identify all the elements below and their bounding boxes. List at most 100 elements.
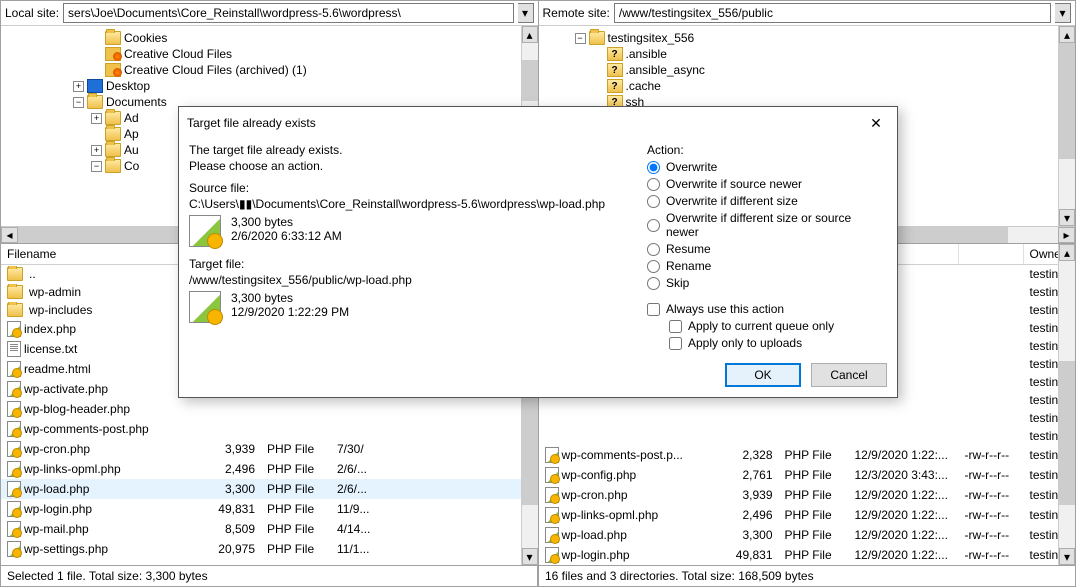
file-date: 12/9/2020 1:22:... <box>849 507 959 523</box>
list-row[interactable]: wp-settings.php20,975PHP File11/1... <box>1 539 538 559</box>
desktop-icon <box>87 79 103 93</box>
file-size: 2,328 <box>719 447 779 463</box>
file-size: 3,939 <box>201 441 261 457</box>
file-name: wp-load.php <box>24 482 89 496</box>
file-date: 12/9/2020 1:22:... <box>849 447 959 463</box>
tree-node[interactable]: Cookies <box>1 30 538 46</box>
action-radio[interactable] <box>647 178 660 191</box>
always-use-checkbox[interactable] <box>647 303 660 316</box>
php-file-icon <box>545 447 559 463</box>
file-size <box>201 408 261 410</box>
cancel-button[interactable]: Cancel <box>811 363 887 387</box>
tree-label: .cache <box>626 79 661 93</box>
file-name: wp-links-opml.php <box>562 508 659 522</box>
file-permissions: -rw-r--r-- <box>959 527 1024 543</box>
list-row[interactable]: testingsitex ... <box>539 427 1076 445</box>
apply-queue-checkbox[interactable] <box>669 320 682 333</box>
file-name: index.php <box>24 322 76 336</box>
local-path-input[interactable] <box>63 3 513 23</box>
list-row[interactable]: wp-login.php49,831PHP File11/9... <box>1 499 538 519</box>
php-file-icon <box>545 507 559 523</box>
file-name: wp-load.php <box>562 528 627 542</box>
php-file-icon <box>545 467 559 483</box>
file-size: 2,761 <box>719 467 779 483</box>
list-row[interactable]: wp-links-opml.php2,496PHP File2/6/... <box>1 459 538 479</box>
tree-node[interactable]: +Desktop <box>1 78 538 94</box>
list-row[interactable]: wp-comments-post.php <box>1 419 538 439</box>
list-row[interactable]: wp-config.php2,761PHP File12/3/2020 3:43… <box>539 465 1076 485</box>
unknown-folder-icon: ? <box>607 47 623 61</box>
expander-icon[interactable]: − <box>91 161 102 172</box>
remote-path-dropdown[interactable]: ▾ <box>1055 3 1071 23</box>
apply-uploads-checkbox[interactable] <box>669 337 682 350</box>
scroll-down-icon[interactable]: ▾ <box>1059 209 1075 226</box>
list-row[interactable]: testingsitex ... <box>539 409 1076 427</box>
file-icon <box>189 291 221 323</box>
file-permissions <box>959 327 1024 329</box>
list-row[interactable]: wp-comments-post.p...2,328PHP File12/9/2… <box>539 445 1076 465</box>
action-radio[interactable] <box>647 243 660 256</box>
tree-node[interactable]: ?.ansible_async <box>539 62 1076 78</box>
folder-icon <box>105 31 121 45</box>
tree-node[interactable]: Creative Cloud Files <box>1 46 538 62</box>
local-path-dropdown[interactable]: ▾ <box>518 3 534 23</box>
file-name: wp-admin <box>29 285 81 299</box>
expander-icon[interactable]: − <box>575 33 586 44</box>
tree-node[interactable]: ?.cache <box>539 78 1076 94</box>
close-icon[interactable]: ✕ <box>863 113 889 133</box>
dialog-title: Target file already exists <box>187 116 316 130</box>
file-date: 2/6/... <box>331 461 391 477</box>
action-radio[interactable] <box>647 260 660 273</box>
expander-icon[interactable]: + <box>73 81 84 92</box>
list-row[interactable]: wp-links-opml.php2,496PHP File12/9/2020 … <box>539 505 1076 525</box>
list-row[interactable]: wp-cron.php3,939PHP File12/9/2020 1:22:.… <box>539 485 1076 505</box>
file-date <box>331 428 391 430</box>
action-radio[interactable] <box>647 161 660 174</box>
scroll-down-icon[interactable]: ▾ <box>1059 548 1075 565</box>
php-file-icon <box>7 361 21 377</box>
folder-icon <box>105 111 121 125</box>
php-file-icon <box>7 441 21 457</box>
unknown-folder-icon: ? <box>607 79 623 93</box>
action-radio[interactable] <box>647 219 660 232</box>
col-permissions[interactable] <box>959 244 1024 264</box>
action-label: Overwrite if different size <box>666 194 798 208</box>
list-row[interactable]: wp-blog-header.php <box>1 399 538 419</box>
list-row[interactable]: wp-mail.php8,509PHP File4/14... <box>1 519 538 539</box>
expander-icon[interactable]: + <box>91 145 102 156</box>
tree-node[interactable]: Creative Cloud Files (archived) (1) <box>1 62 538 78</box>
file-size: 2,496 <box>201 461 261 477</box>
file-name: .. <box>29 267 36 281</box>
php-file-icon <box>7 321 21 337</box>
list-row[interactable]: wp-login.php49,831PHP File12/9/2020 1:22… <box>539 545 1076 565</box>
ok-button[interactable]: OK <box>725 363 801 387</box>
scroll-down-icon[interactable]: ▾ <box>522 548 538 565</box>
list-row[interactable]: wp-load.php3,300PHP File2/6/... <box>1 479 538 499</box>
list-row[interactable]: wp-load.php3,300PHP File12/9/2020 1:22:.… <box>539 525 1076 545</box>
remote-status: 16 files and 3 directories. Total size: … <box>538 566 1076 587</box>
file-name: wp-config.php <box>562 468 637 482</box>
file-permissions: -rw-r--r-- <box>959 507 1024 523</box>
scroll-up-icon[interactable]: ▴ <box>1059 26 1075 43</box>
scroll-up-icon[interactable]: ▴ <box>522 26 538 43</box>
file-date: 12/9/2020 1:22:... <box>849 487 959 503</box>
expander-icon[interactable]: − <box>73 97 84 108</box>
file-type <box>779 399 849 401</box>
file-type <box>779 417 849 419</box>
expander-icon[interactable]: + <box>91 113 102 124</box>
remote-path-input[interactable] <box>614 3 1051 23</box>
php-file-icon <box>545 547 559 563</box>
action-radio[interactable] <box>647 277 660 290</box>
tree-node[interactable]: ?.ansible <box>539 46 1076 62</box>
action-radio[interactable] <box>647 195 660 208</box>
tree-label: Au <box>124 143 139 157</box>
col-filename[interactable]: Filename <box>1 244 201 264</box>
file-size <box>719 435 779 437</box>
scroll-up-icon[interactable]: ▴ <box>1059 244 1075 261</box>
list-row[interactable]: wp-cron.php3,939PHP File7/30/ <box>1 439 538 459</box>
php-file-icon <box>7 401 21 417</box>
php-file-icon <box>7 381 21 397</box>
file-name: wp-login.php <box>562 548 630 562</box>
action-label: Resume <box>666 242 711 256</box>
tree-node[interactable]: −testingsitex_556 <box>539 30 1076 46</box>
